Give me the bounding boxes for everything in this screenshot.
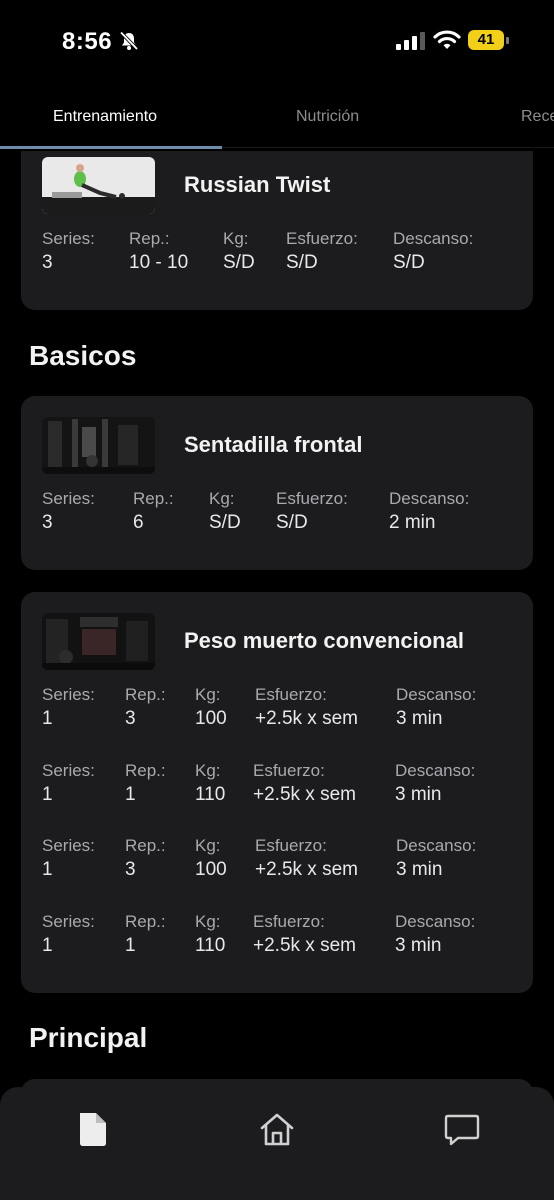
effort-label: Esfuerzo:	[255, 685, 327, 704]
rest-label: Descanso:	[393, 229, 474, 248]
thumbnail-image	[42, 613, 155, 670]
bottom-navigation	[0, 1087, 554, 1200]
rest-value: 3 min	[396, 859, 443, 880]
kg-value: 110	[195, 784, 226, 805]
active-tab-indicator	[0, 146, 222, 149]
exercise-title: Peso muerto convencional	[184, 628, 464, 653]
rest-label: Descanso:	[395, 761, 476, 780]
top-tabs: Entrenamiento Nutrición Rece	[0, 96, 554, 150]
reps-label: Rep.:	[133, 489, 174, 508]
reps-value: 3	[125, 708, 136, 729]
kg-label: Kg:	[195, 761, 221, 780]
effort-label: Esfuerzo:	[253, 761, 325, 780]
exercise-thumbnail	[42, 613, 155, 670]
effort-label: Esfuerzo:	[286, 229, 358, 248]
rest-label: Descanso:	[395, 912, 476, 931]
workout-list[interactable]: Russian Twist Series: Rep.: Kg: Esfuerzo…	[0, 151, 554, 1087]
reps-label: Rep.:	[125, 836, 166, 855]
series-value: 3	[42, 252, 53, 273]
status-bar: 8:56 41	[0, 0, 554, 84]
series-value: 3	[42, 512, 53, 533]
exercise-thumbnail	[42, 157, 155, 214]
series-label: Series:	[42, 229, 95, 248]
series-value: 1	[42, 708, 53, 729]
battery-indicator: 41	[468, 30, 510, 52]
series-label: Series:	[42, 685, 95, 704]
effort-value: +2.5k x sem	[255, 708, 358, 729]
series-label: Series:	[42, 489, 95, 508]
kg-value: 110	[195, 935, 226, 956]
reps-label: Rep.:	[129, 229, 170, 248]
series-value: 1	[42, 935, 53, 956]
effort-value: S/D	[276, 512, 308, 533]
tab-nutricion[interactable]: Nutrición	[296, 108, 359, 126]
effort-label: Esfuerzo:	[255, 836, 327, 855]
rest-value: 3 min	[395, 935, 442, 956]
home-icon[interactable]	[257, 1109, 297, 1149]
effort-value: +2.5k x sem	[253, 935, 356, 956]
rest-value: 3 min	[396, 708, 443, 729]
kg-label: Kg:	[223, 229, 249, 248]
effort-label: Esfuerzo:	[276, 489, 348, 508]
reps-value: 6	[133, 512, 144, 533]
reps-value: 1	[125, 935, 136, 956]
kg-value: S/D	[223, 252, 255, 273]
thumbnail-image	[42, 157, 155, 214]
rest-label: Descanso:	[396, 685, 477, 704]
kg-value: S/D	[209, 512, 241, 533]
exercise-title: Russian Twist	[184, 172, 331, 197]
exercise-card[interactable]	[21, 1079, 533, 1087]
chat-icon[interactable]	[442, 1109, 482, 1149]
kg-label: Kg:	[209, 489, 235, 508]
rest-value: 2 min	[389, 512, 436, 533]
document-icon[interactable]	[72, 1109, 112, 1149]
effort-value: +2.5k x sem	[253, 784, 356, 805]
tab-divider	[222, 147, 554, 148]
wifi-icon	[433, 30, 461, 49]
thumbnail-image	[42, 417, 155, 474]
cellular-signal-icon	[396, 32, 425, 50]
effort-value: S/D	[286, 252, 318, 273]
reps-value: 10 - 10	[129, 252, 189, 273]
kg-label: Kg:	[195, 912, 221, 931]
exercise-card[interactable]: Russian Twist Series: Rep.: Kg: Esfuerzo…	[21, 151, 533, 310]
rest-label: Descanso:	[389, 489, 470, 508]
battery-level: 41	[468, 30, 504, 50]
reps-value: 1	[125, 784, 136, 805]
effort-label: Esfuerzo:	[253, 912, 325, 931]
reps-label: Rep.:	[125, 761, 166, 780]
reps-label: Rep.:	[125, 912, 166, 931]
kg-label: Kg:	[195, 836, 221, 855]
reps-label: Rep.:	[125, 685, 166, 704]
status-time: 8:56	[62, 28, 113, 55]
rest-value: 3 min	[395, 784, 442, 805]
tab-entrenamiento[interactable]: Entrenamiento	[53, 108, 157, 126]
series-value: 1	[42, 859, 53, 880]
rest-label: Descanso:	[396, 836, 477, 855]
series-label: Series:	[42, 761, 95, 780]
exercise-card[interactable]: Peso muerto convencional Series: Rep.: K…	[21, 592, 533, 993]
rest-value: S/D	[393, 252, 425, 273]
kg-value: 100	[195, 708, 227, 729]
section-heading-principal: Principal	[29, 1022, 148, 1053]
silent-bell-icon	[119, 31, 139, 51]
section-heading-basicos: Basicos	[29, 340, 137, 371]
exercise-title: Sentadilla frontal	[184, 432, 363, 457]
reps-value: 3	[125, 859, 136, 880]
kg-value: 100	[195, 859, 227, 880]
battery-nub	[506, 37, 509, 44]
series-label: Series:	[42, 836, 95, 855]
series-label: Series:	[42, 912, 95, 931]
exercise-card[interactable]: Sentadilla frontal Series: Rep.: Kg: Esf…	[21, 396, 533, 570]
series-value: 1	[42, 784, 53, 805]
tab-recetas[interactable]: Rece	[521, 108, 554, 126]
kg-label: Kg:	[195, 685, 221, 704]
exercise-thumbnail	[42, 417, 155, 474]
effort-value: +2.5k x sem	[255, 859, 358, 880]
